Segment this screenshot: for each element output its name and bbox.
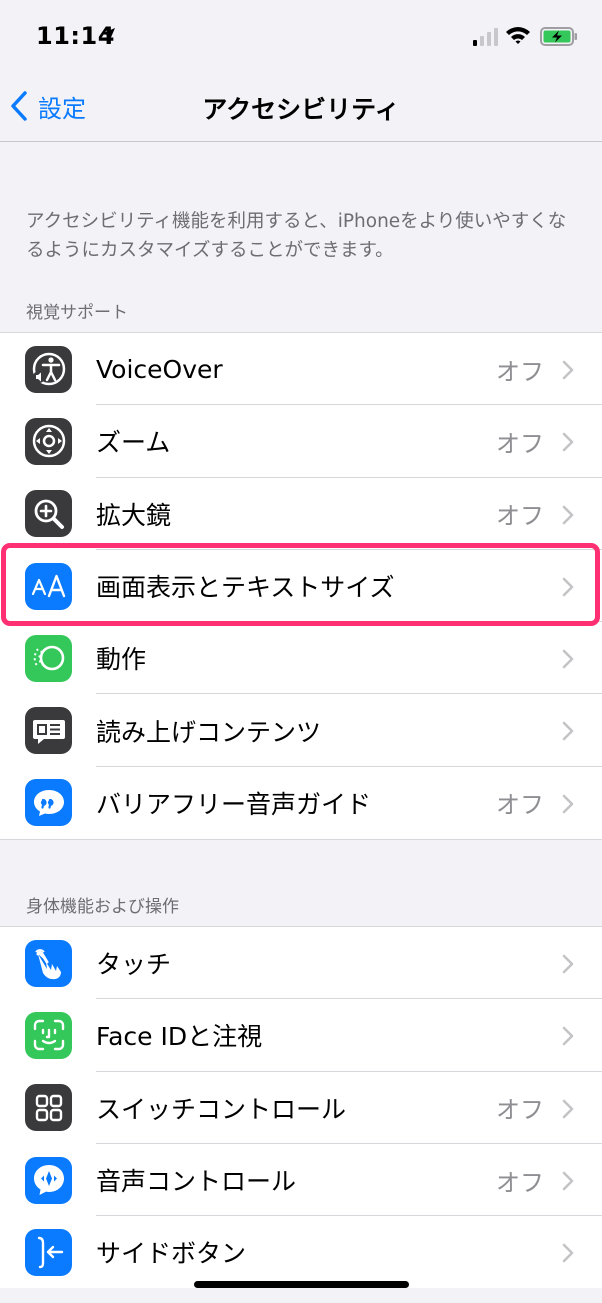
chevron-right-icon bbox=[562, 1243, 574, 1263]
settings-row-label: 画面表示とテキストサイズ bbox=[96, 573, 395, 603]
chevron-right-icon bbox=[562, 954, 574, 974]
chevron-right-icon bbox=[562, 432, 574, 452]
switch-control-icon bbox=[25, 1084, 72, 1132]
voice-control-icon bbox=[25, 1156, 72, 1204]
chevron-right-icon bbox=[562, 505, 574, 524]
navigation-bar: 設定 アクセシビリティ bbox=[0, 70, 602, 142]
cellular-signal-icon bbox=[473, 28, 498, 46]
settings-row-audio-descriptions[interactable]: バリアフリー音声ガイド オフ bbox=[0, 767, 602, 839]
chevron-right-icon bbox=[562, 722, 574, 741]
settings-row-magnifier[interactable]: 拡大鏡 オフ bbox=[0, 478, 602, 550]
section-header-vision: 視覚サポート bbox=[26, 303, 128, 323]
wifi-icon bbox=[506, 27, 530, 44]
spoken-content-icon bbox=[25, 707, 72, 755]
chevron-right-icon bbox=[562, 1099, 574, 1118]
settings-row-label: VoiceOver bbox=[96, 354, 223, 384]
settings-row-value: オフ bbox=[496, 1096, 544, 1125]
side-button-icon bbox=[25, 1228, 72, 1276]
settings-row-label: ズーム bbox=[96, 428, 171, 458]
status-bar: 11:14 bbox=[0, 0, 602, 70]
settings-row-voiceover[interactable]: VoiceOver オフ bbox=[0, 333, 602, 406]
settings-row-label: Face IDと注視 bbox=[96, 1022, 263, 1052]
settings-row-value: オフ bbox=[496, 429, 544, 458]
chevron-right-icon bbox=[562, 1171, 574, 1191]
page-title: アクセシビリティ bbox=[202, 95, 400, 124]
text-size-icon bbox=[25, 562, 72, 610]
face-id-icon bbox=[25, 1011, 72, 1059]
settings-row-value: オフ bbox=[496, 1168, 544, 1197]
settings-row-zoom[interactable]: ズーム オフ bbox=[0, 405, 602, 478]
settings-row-label: 拡大鏡 bbox=[96, 500, 172, 530]
section-header-physical-motor: 身体機能および操作 bbox=[26, 897, 179, 917]
magnifier-icon bbox=[25, 490, 72, 538]
settings-group-physical-motor: タッチ Face IDと注視 スイッチコントロール オフ 音声コントロール オフ… bbox=[0, 926, 602, 1289]
settings-row-label: サイドボタン bbox=[96, 1239, 247, 1269]
settings-row-label: スイッチコントロール bbox=[96, 1094, 347, 1124]
motion-icon bbox=[25, 634, 72, 682]
settings-row-label: バリアフリー音声ガイド bbox=[96, 789, 372, 819]
chevron-right-icon bbox=[562, 794, 574, 814]
chevron-right-icon bbox=[562, 360, 574, 380]
audio-description-icon bbox=[25, 779, 72, 827]
settings-row-label: 動作 bbox=[96, 645, 147, 675]
settings-row-value: オフ bbox=[496, 502, 544, 531]
voiceover-icon bbox=[25, 345, 72, 393]
settings-row-touch[interactable]: タッチ bbox=[0, 927, 602, 1000]
settings-row-motion[interactable]: 動作 bbox=[0, 622, 602, 695]
settings-row-spoken-content[interactable]: 読み上げコンテンツ bbox=[0, 694, 602, 767]
chevron-right-icon bbox=[562, 577, 574, 597]
settings-group-vision: VoiceOver オフ ズーム オフ 拡大鏡 オフ 画面表示とテキストサイズ … bbox=[0, 332, 602, 841]
settings-row-label: タッチ bbox=[96, 950, 172, 980]
settings-row-label: 音声コントロール bbox=[96, 1167, 297, 1197]
chevron-right-icon bbox=[562, 649, 574, 669]
chevron-right-icon bbox=[562, 1026, 574, 1046]
settings-row-side-button[interactable]: サイドボタン bbox=[0, 1216, 602, 1288]
battery-charging-icon bbox=[540, 27, 577, 46]
page-description: アクセシビリティ機能を利用すると、iPhoneをより使いやすくなるようにカスタマ… bbox=[26, 211, 567, 261]
home-indicator[interactable] bbox=[194, 1281, 409, 1288]
zoom-icon bbox=[25, 417, 72, 465]
location-arrow-icon bbox=[101, 28, 115, 42]
settings-row-value: オフ bbox=[496, 357, 544, 386]
settings-row-face-id-attention[interactable]: Face IDと注視 bbox=[0, 999, 602, 1072]
settings-row-switch-control[interactable]: スイッチコントロール オフ bbox=[0, 1072, 602, 1144]
settings-row-display-text-size[interactable]: 画面表示とテキストサイズ bbox=[0, 550, 602, 623]
settings-row-label: 読み上げコンテンツ bbox=[96, 717, 322, 747]
settings-row-value: オフ bbox=[496, 791, 544, 820]
touch-icon bbox=[25, 939, 72, 987]
settings-row-voice-control[interactable]: 音声コントロール オフ bbox=[0, 1144, 602, 1217]
